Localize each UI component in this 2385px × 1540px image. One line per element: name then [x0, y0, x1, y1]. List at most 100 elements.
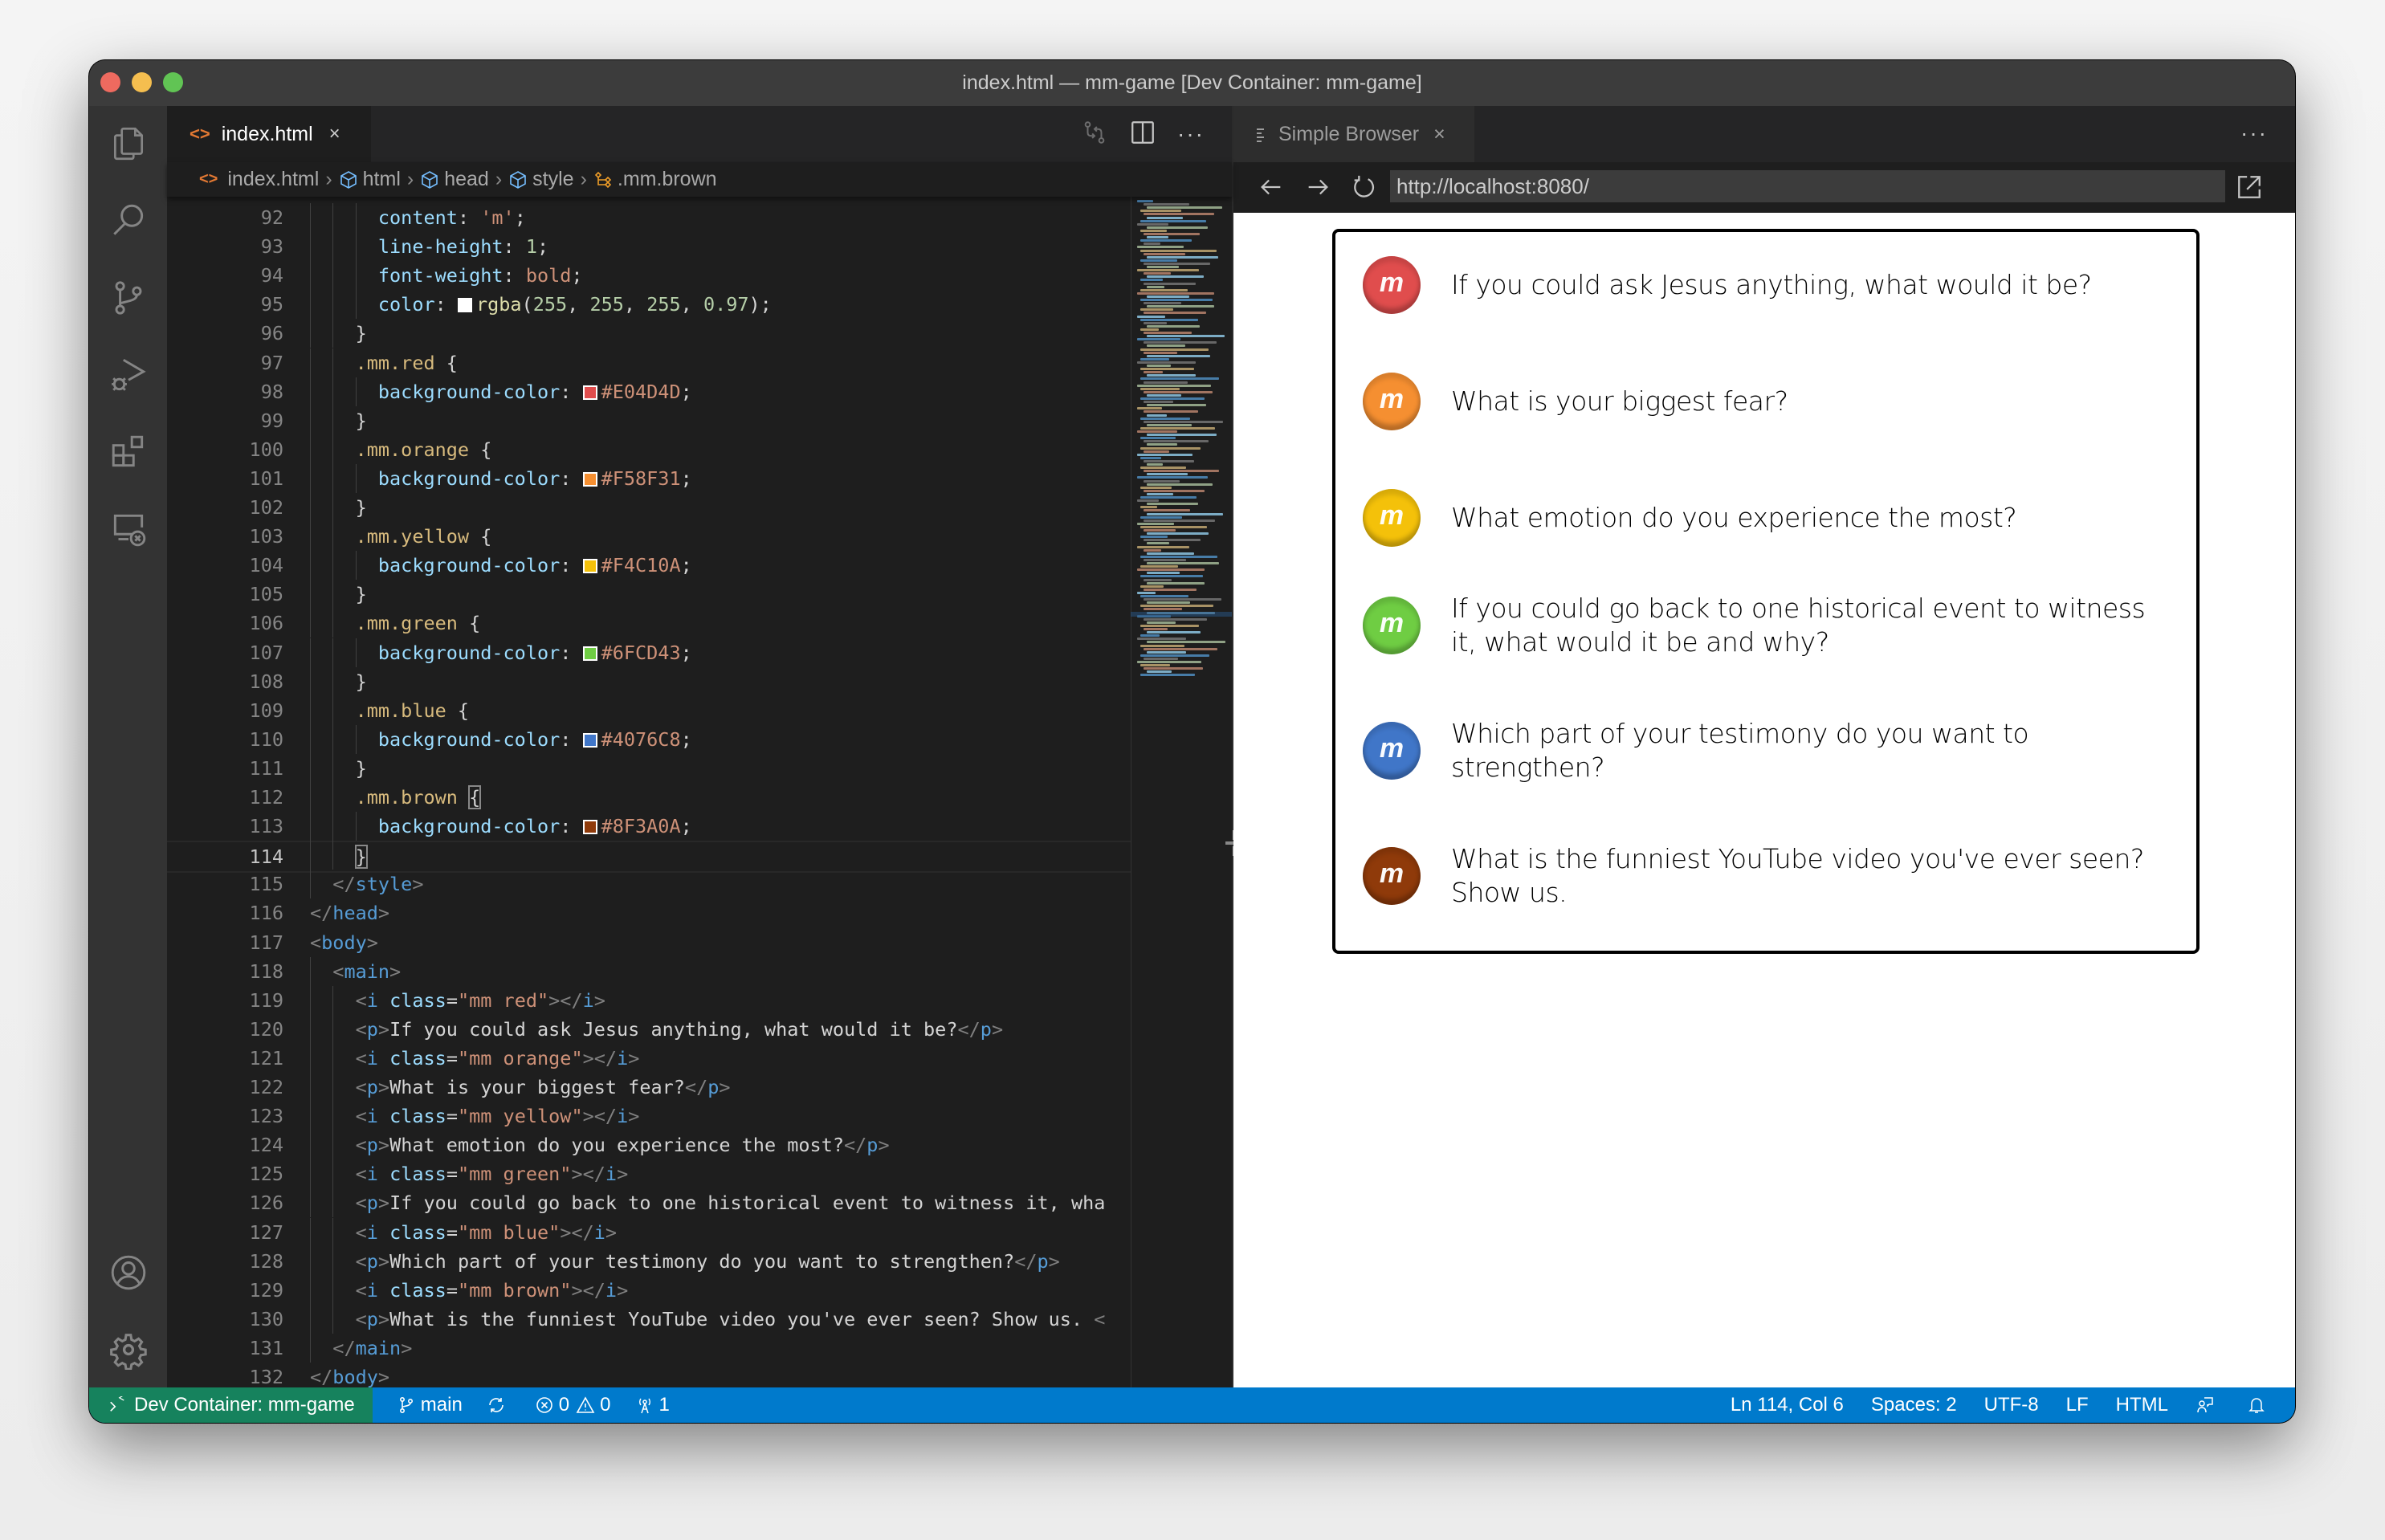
minimap-line	[1144, 272, 1171, 275]
code-line[interactable]: 110 background-color: #4076C8;	[167, 725, 1131, 754]
code-line[interactable]: 124 <p>What emotion do you experience th…	[167, 1131, 1131, 1159]
color-swatch[interactable]	[582, 385, 597, 400]
code-line[interactable]: 105 }	[167, 580, 1131, 609]
code-line[interactable]: 102 }	[167, 493, 1131, 522]
code-line[interactable]: 101 background-color: #F58F31;	[167, 464, 1131, 493]
code-line[interactable]: 122 <p>What is your biggest fear?</p>	[167, 1073, 1131, 1102]
feedback-button[interactable]	[2195, 1395, 2220, 1415]
code-line[interactable]: 104 background-color: #F4C10A;	[167, 551, 1131, 580]
code-line[interactable]: 93 line-height: 1;	[167, 232, 1131, 261]
search-icon[interactable]	[108, 201, 149, 241]
back-arrow-icon[interactable]	[1258, 173, 1285, 201]
code-line[interactable]: 131 </main>	[167, 1334, 1131, 1363]
git-branch[interactable]: main	[397, 1394, 463, 1416]
breadcrumb-item-file[interactable]: index.html	[227, 168, 319, 191]
extensions-icon[interactable]	[108, 432, 149, 472]
tab-index-html[interactable]: <> index.html ×	[167, 106, 371, 162]
breadcrumb-item-head[interactable]: head	[444, 168, 489, 191]
files-icon[interactable]	[108, 124, 149, 164]
language-mode[interactable]: HTML	[2116, 1394, 2168, 1416]
code-line[interactable]: 98 background-color: #E04D4D;	[167, 377, 1131, 406]
sync-button[interactable]	[487, 1395, 511, 1415]
more-actions-icon[interactable]: ···	[2240, 120, 2268, 146]
code-line[interactable]: 103 .mm.yellow {	[167, 522, 1131, 551]
color-swatch[interactable]	[582, 820, 597, 835]
breadcrumb-item-html[interactable]: html	[363, 168, 401, 191]
code-line[interactable]: 112 .mm.brown {	[167, 783, 1131, 812]
breadcrumb-item-selector[interactable]: .mm.brown	[618, 168, 717, 191]
more-actions-icon[interactable]: ···	[1177, 121, 1205, 147]
reload-icon[interactable]	[1350, 173, 1377, 201]
code-line[interactable]: 111 }	[167, 754, 1131, 783]
gear-icon[interactable]	[108, 1330, 149, 1371]
code-line[interactable]: 120 <p>If you could ask Jesus anything, …	[167, 1015, 1131, 1044]
close-window-button[interactable]	[100, 72, 120, 92]
ports-indicator[interactable]: 1	[635, 1394, 670, 1416]
forward-arrow-icon[interactable]	[1304, 173, 1331, 201]
remote-indicator[interactable]: Dev Container: mm-game	[89, 1387, 373, 1423]
code-line[interactable]: 123 <i class="mm yellow"></i>	[167, 1102, 1131, 1131]
code-line[interactable]: 129 <i class="mm brown"></i>	[167, 1276, 1131, 1305]
end-of-line[interactable]: LF	[2066, 1394, 2089, 1416]
code-line[interactable]: 114 }	[167, 841, 1131, 874]
code-line[interactable]: 125 <i class="mm green"></i>	[167, 1159, 1131, 1188]
problems-indicator[interactable]: 0 0	[535, 1394, 611, 1416]
code-line[interactable]: 117 <body>	[167, 928, 1131, 957]
code-line[interactable]: 118 <main>	[167, 957, 1131, 986]
color-swatch[interactable]	[582, 732, 597, 748]
url-input[interactable]: http://localhost:8080/	[1390, 170, 2225, 202]
notifications-button[interactable]	[2247, 1395, 2271, 1415]
close-tab-button[interactable]: ×	[1433, 123, 1445, 146]
code-text: <i class="mm blue"></i>	[310, 1218, 617, 1247]
code-line[interactable]: 92 content: 'm';	[167, 203, 1131, 232]
source-control-icon[interactable]	[108, 278, 149, 318]
cursor-position[interactable]: Ln 114, Col 6	[1731, 1394, 1844, 1416]
code-line[interactable]: 115 </style>	[167, 870, 1131, 898]
code-line[interactable]: 116 </head>	[167, 898, 1131, 927]
line-number: 97	[260, 351, 283, 374]
code-text: background-color: #4076C8;	[310, 725, 692, 754]
debug-icon[interactable]	[108, 355, 149, 395]
code-token: "mm red"	[457, 988, 549, 1012]
open-in-browser-icon[interactable]	[2236, 173, 2263, 201]
breadcrumb-item-style[interactable]: style	[532, 168, 573, 191]
code-line[interactable]: 95 color: rgba(255, 255, 255, 0.97);	[167, 290, 1131, 319]
encoding[interactable]: UTF-8	[1984, 1394, 2039, 1416]
indentation[interactable]: Spaces: 2	[1871, 1394, 1957, 1416]
minimize-window-button[interactable]	[132, 72, 152, 92]
open-changes-icon[interactable]	[1081, 119, 1108, 150]
split-editor-icon[interactable]	[1129, 119, 1156, 150]
code-text: background-color: #8F3A0A;	[310, 812, 692, 841]
minimap[interactable]	[1131, 197, 1232, 1387]
code-line[interactable]: 97 .mm.red {	[167, 348, 1131, 377]
code-line[interactable]: 99 }	[167, 406, 1131, 435]
close-tab-button[interactable]: ×	[329, 123, 340, 145]
code-line[interactable]: 130 <p>What is the funniest YouTube vide…	[167, 1305, 1131, 1334]
code-line[interactable]: 106 .mm.green {	[167, 609, 1131, 638]
code-line[interactable]: 100 .mm.orange {	[167, 435, 1131, 464]
color-swatch[interactable]	[457, 298, 472, 313]
code-line[interactable]: 128 <p>Which part of your testimony do y…	[167, 1247, 1131, 1276]
code-editor[interactable]: 92 content: 'm'; 93 line-height: 1; 94 fon…	[167, 197, 1131, 1387]
code-line[interactable]: 127 <i class="mm blue"></i>	[167, 1218, 1131, 1247]
code-line[interactable]: 107 background-color: #6FCD43;	[167, 638, 1131, 667]
code-line[interactable]: 113 background-color: #8F3A0A;	[167, 812, 1131, 841]
indent-guide	[332, 753, 334, 783]
maximize-window-button[interactable]	[163, 72, 183, 92]
code-line[interactable]: 94 font-weight: bold;	[167, 261, 1131, 290]
account-icon[interactable]	[108, 1253, 149, 1293]
code-line[interactable]: 126 <p>If you could go back to one histo…	[167, 1188, 1131, 1217]
code-line[interactable]: 109 .mm.blue {	[167, 696, 1131, 725]
code-line[interactable]: 119 <i class="mm red"></i>	[167, 986, 1131, 1015]
code-line[interactable]: 132 </body>	[167, 1363, 1131, 1387]
color-swatch[interactable]	[582, 646, 597, 661]
code-line[interactable]: 121 <i class="mm orange"></i>	[167, 1044, 1131, 1073]
code-line[interactable]: 96 }	[167, 319, 1131, 348]
tab-simple-browser[interactable]: Simple Browser ×	[1233, 106, 1474, 162]
minimap-line	[1140, 299, 1213, 301]
color-swatch[interactable]	[582, 559, 597, 574]
code-line[interactable]: 108 }	[167, 667, 1131, 696]
code-token: class	[389, 1046, 446, 1069]
color-swatch[interactable]	[582, 471, 597, 487]
remote-explorer-icon[interactable]	[108, 509, 149, 549]
